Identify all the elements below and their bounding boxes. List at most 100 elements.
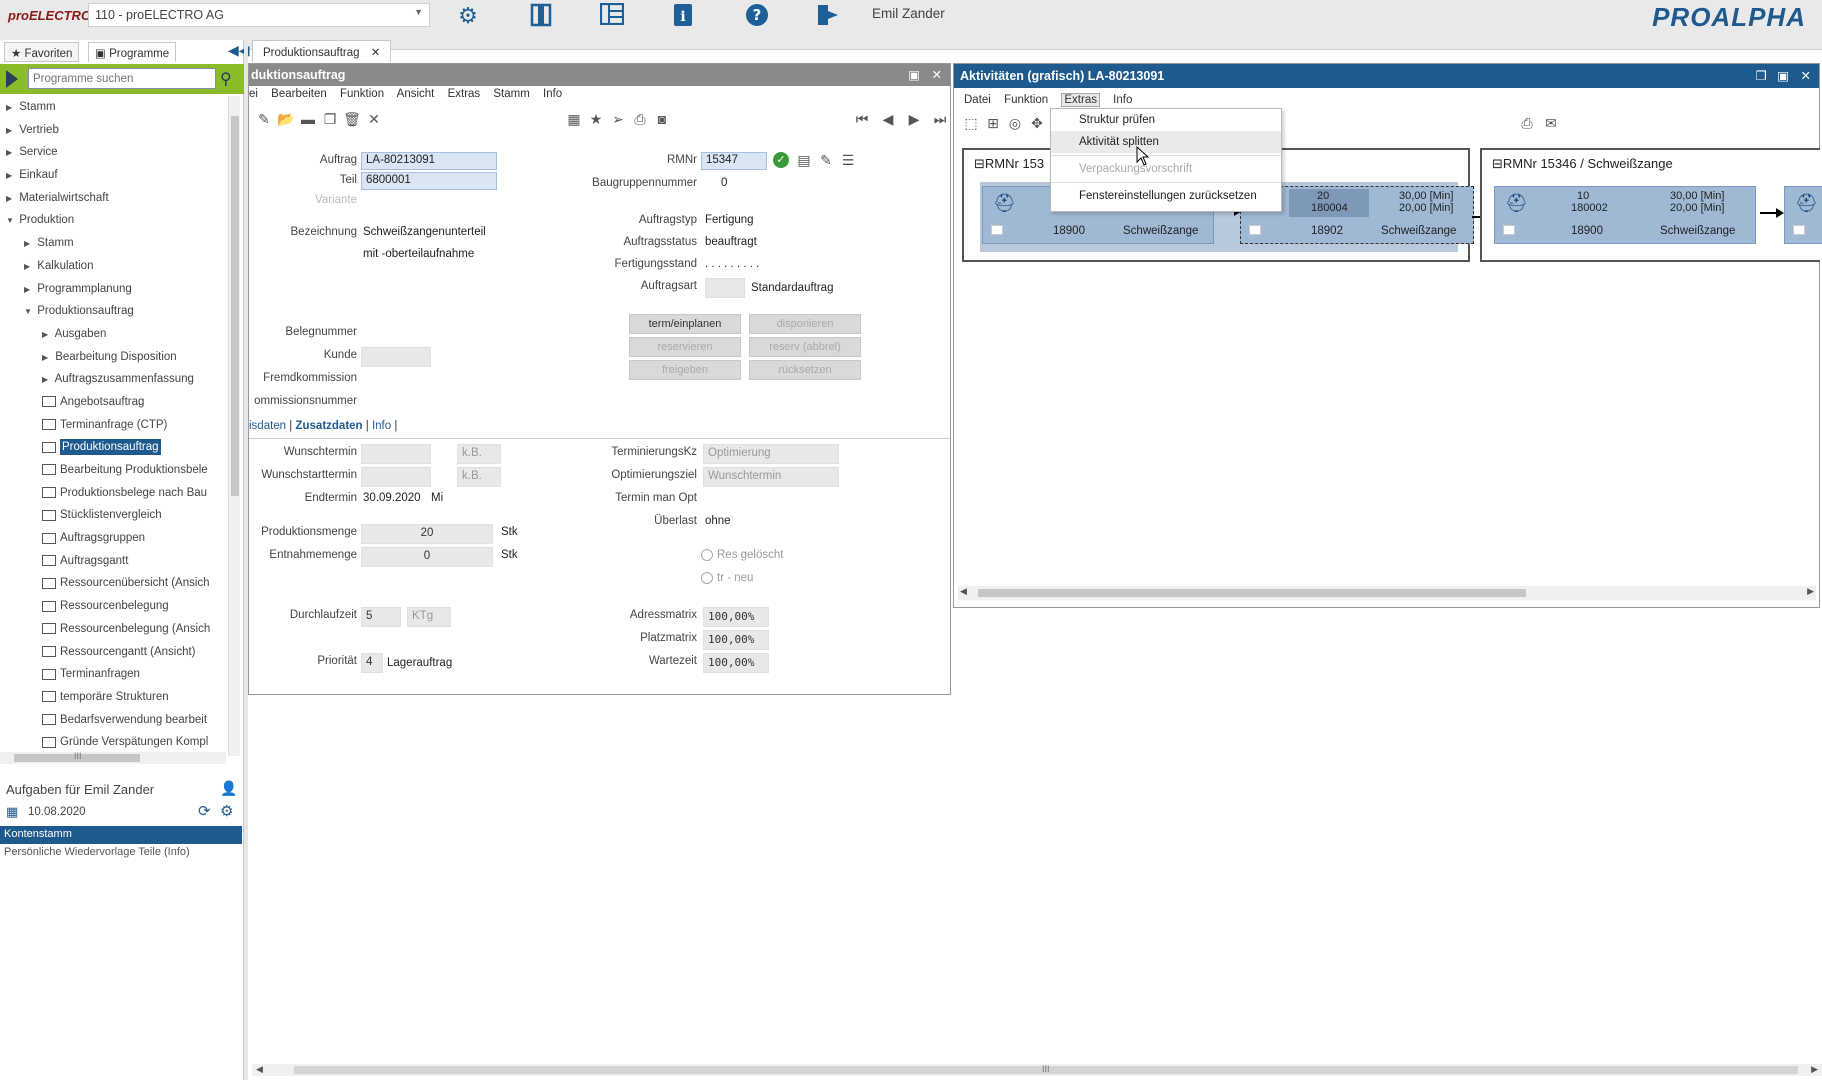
panel-icon[interactable] <box>528 3 554 29</box>
chevron-down-icon[interactable]: ▼ <box>24 301 34 324</box>
chevron-right-icon[interactable]: ▶ <box>42 369 52 392</box>
rmnr-field[interactable]: 15347 <box>701 152 767 170</box>
menu-item-extras[interactable]: Extras <box>1061 93 1100 107</box>
disponieren-button[interactable]: disponieren <box>749 314 861 334</box>
checkbox[interactable] <box>1793 225 1805 235</box>
reservieren-button[interactable]: reservieren <box>629 337 741 357</box>
optimierungsziel-select[interactable]: Wunschtermin <box>703 467 839 487</box>
next-record-icon[interactable]: ▶ <box>905 110 923 128</box>
tree-item[interactable]: ▶ Service <box>0 141 226 164</box>
star-icon[interactable]: ★ <box>587 110 605 128</box>
tree-item[interactable]: Ressourcenbelegung <box>0 595 226 618</box>
term-einplanen-button[interactable]: term/einplanen <box>629 314 741 334</box>
menu-item[interactable]: Stamm <box>493 88 529 100</box>
run-icon[interactable] <box>6 70 18 88</box>
chevron-right-icon[interactable]: ▶ <box>6 97 16 120</box>
maximize-icon[interactable]: ▣ <box>1777 68 1789 83</box>
tree-vertical-scrollbar[interactable] <box>228 96 240 756</box>
activity-group[interactable]: ⊟RMNr 15346 / Schweißzange ⛑ 10 180002 1… <box>1480 148 1822 262</box>
tree-item[interactable]: Terminanfragen <box>0 663 226 686</box>
chevron-right-icon[interactable]: ▶ <box>6 188 16 211</box>
checkbox[interactable] <box>1503 225 1515 235</box>
adressmatrix-field[interactable]: 100,00% <box>703 607 769 627</box>
task-item[interactable]: Persönliche Wiedervorlage Teile (Info) <box>4 846 190 858</box>
tree-item[interactable]: ▶ Einkauf <box>0 164 226 187</box>
program-search-input[interactable] <box>28 68 216 89</box>
tree-item[interactable]: Ressourcenübersicht (Ansich <box>0 572 226 595</box>
menu-item[interactable]: Bearbeiten <box>271 88 327 100</box>
tree-horizontal-scrollbar[interactable]: III <box>0 751 226 764</box>
restore-icon[interactable]: ❐ <box>1756 68 1767 83</box>
info-icon[interactable]: i <box>670 3 696 29</box>
tree-item[interactable]: Angebotsauftrag <box>0 391 226 414</box>
chevron-right-icon[interactable]: ▶ <box>24 233 34 256</box>
delete-icon[interactable]: 🗑 <box>343 110 361 128</box>
prev-record-icon[interactable]: ◀ <box>879 110 897 128</box>
cancel-icon[interactable]: ✕ <box>365 110 383 128</box>
scroll-right-icon[interactable]: ▶ <box>1807 586 1814 597</box>
wunschstarttermin-kw[interactable]: k.B. <box>457 467 501 487</box>
close-icon[interactable]: ✕ <box>932 67 942 82</box>
close-icon[interactable]: ✕ <box>371 47 381 59</box>
search-icon[interactable]: ⚲ <box>220 69 232 89</box>
tree-item[interactable]: Ressourcengantt (Ansicht) <box>0 641 226 664</box>
menu-item-funktion[interactable]: Funktion <box>1004 94 1048 106</box>
tree-item[interactable]: Produktionsbelege nach Bau <box>0 482 226 505</box>
endtermin-value[interactable]: 30.09.2020 <box>363 492 421 504</box>
open-icon[interactable]: 📂 <box>277 110 295 128</box>
scroll-left-icon[interactable]: ◀ <box>256 1064 263 1075</box>
bezeichnung-line1[interactable]: Schweißzangenunterteil <box>363 226 486 238</box>
workspace-horizontal-scrollbar[interactable]: ◀ III ▶ <box>252 1064 1822 1076</box>
menu-fenstereinstellungen-zuruecksetzen[interactable]: Fenstereinstellungen zurücksetzen <box>1051 185 1281 207</box>
mail-icon[interactable]: ✉ <box>1542 114 1560 132</box>
chevron-right-icon[interactable]: ▶ <box>6 142 16 165</box>
auftragsart-code[interactable] <box>705 278 745 298</box>
platzmatrix-field[interactable]: 100,00% <box>703 630 769 650</box>
collapse-icon[interactable]: ⊟ <box>974 156 985 171</box>
calendar-icon[interactable]: ▦ <box>565 110 583 128</box>
wunschtermin-kw[interactable]: k.B. <box>457 444 501 464</box>
scroll-left-icon[interactable]: ◀ <box>960 586 967 597</box>
wunschstarttermin-field[interactable] <box>361 467 431 487</box>
menu-item-info[interactable]: Info <box>1113 94 1132 106</box>
refresh-icon[interactable]: ⟳ <box>198 802 211 820</box>
tree-item[interactable]: ▶ Stamm <box>0 232 226 255</box>
checkbox[interactable] <box>1249 225 1261 235</box>
menu-item[interactable]: ei <box>249 88 258 100</box>
tree-item[interactable]: ▶ Auftragszusammenfassung <box>0 368 226 391</box>
tree-item[interactable]: Bedarfsverwendung bearbeit <box>0 709 226 732</box>
structure-icon[interactable]: ⊞ <box>984 114 1002 132</box>
tree-item[interactable]: Auftragsgruppen <box>0 527 226 550</box>
produktionsmenge-field[interactable]: 20 <box>361 524 493 544</box>
navigate-icon[interactable]: ◎ <box>1006 114 1024 132</box>
menu-item[interactable]: Ansicht <box>397 88 435 100</box>
layout-icon[interactable] <box>599 2 625 29</box>
menu-struktur-pruefen[interactable]: Struktur prüfen <box>1051 109 1281 131</box>
settings-icon[interactable]: ⚙ <box>220 802 233 820</box>
help-icon[interactable]: ? <box>744 3 770 29</box>
tree-item[interactable]: ▶ Materialwirtschaft <box>0 187 226 210</box>
save-icon[interactable]: ▬ <box>299 110 317 128</box>
chevron-right-icon[interactable]: ▶ <box>6 120 16 143</box>
tree-item[interactable]: Produktionsauftrag <box>0 436 226 459</box>
tab-info[interactable]: Info <box>372 420 391 432</box>
menu-item[interactable]: Funktion <box>340 88 384 100</box>
menu-item[interactable]: Extras <box>448 88 481 100</box>
tree-item[interactable]: Ressourcenbelegung (Ansich <box>0 618 226 641</box>
activity-card-detail[interactable]: 30,00 [Min] 20,00 [Min] Schweißzange <box>1652 186 1756 244</box>
tree-item[interactable]: ▶ Vertrieb <box>0 119 226 142</box>
last-record-icon[interactable]: ⏭ <box>931 110 949 128</box>
menu-aktivitaet-splitten[interactable]: Aktivität splitten <box>1051 131 1281 153</box>
activity-card[interactable]: ⛑ 10 180002 18900 <box>1494 186 1656 244</box>
check-icon[interactable]: ✓ <box>773 152 789 168</box>
chevron-right-icon[interactable]: ▶ <box>42 347 52 370</box>
graph-horizontal-scrollbar[interactable]: ◀ ▶ <box>958 586 1816 600</box>
tree-item[interactable]: temporäre Strukturen <box>0 686 226 709</box>
tab-zusatzdaten[interactable]: Zusatzdaten <box>295 420 362 432</box>
tab-produktionsauftrag[interactable]: Produktionsauftrag ✕ <box>252 40 392 62</box>
exit-icon[interactable] <box>815 3 841 29</box>
gear-icon[interactable]: ⚙ <box>455 3 481 29</box>
scroll-right-icon[interactable]: ▶ <box>1811 1064 1818 1075</box>
menu-verpackungsvorschrift[interactable]: Verpackungsvorschrift <box>1051 158 1281 180</box>
tree-item[interactable]: ▶ Kalkulation <box>0 255 226 278</box>
